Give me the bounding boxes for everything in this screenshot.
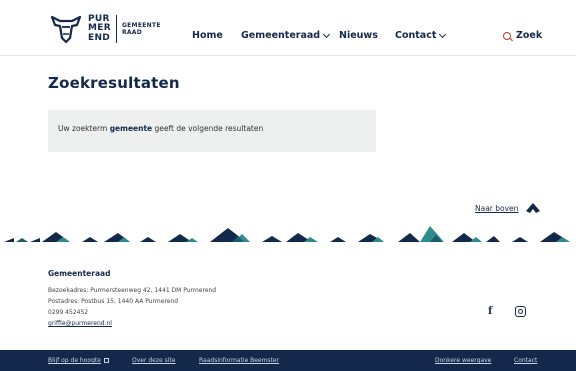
site-header: PUR MER END GEMEENTE RAAD Home Gemeenter… [0,0,576,56]
instagram-icon[interactable] [515,306,526,317]
email-link[interactable]: griffie@purmerend.nl [48,318,216,329]
result-suffix: geeft de volgende resultaten [152,124,264,133]
logo-subtitle: GEMEENTE RAAD [122,22,161,36]
back-to-top-label: Naar boven [475,203,519,213]
visit-address: Bezoekadres: Purmersteenweg 42, 1441 DM … [48,287,217,294]
result-prefix: Uw zoekterm [58,124,110,133]
nav-item-label: Gemeenteraad [241,30,321,41]
nav-item-contact[interactable]: Contact [395,30,447,41]
postal-address: Postadres: Postbus 15, 1440 AA Purmerend [48,298,179,305]
chevron-down-icon [323,30,331,38]
contact-link[interactable]: Contact [514,357,537,364]
back-to-top-link[interactable]: Naar boven [475,203,541,213]
council-info-link[interactable]: Raadsinformatie Beemster [199,357,279,364]
nav-item-nieuws[interactable]: Nieuws [339,30,378,41]
search-button[interactable]: Zoek [503,30,542,41]
footer-title: Gemeenteraad [48,269,111,278]
logo-divider [115,15,117,43]
nav-item-label: Nieuws [339,30,378,41]
nav-item-gemeenteraad[interactable]: Gemeenteraad [241,30,331,41]
dark-mode-link[interactable]: Donkere weergave [435,357,491,364]
logo-wordmark: PUR MER END [88,14,111,44]
logo-word-3: END [88,32,111,43]
external-link-icon [103,358,109,363]
logo-subtitle-line-2: RAAD [121,29,143,36]
search-icon [503,31,511,40]
purmerend-logo[interactable]: PUR MER END GEMEENTE RAAD [50,12,161,46]
cow-head-logo-icon [50,15,82,44]
stay-informed-label: Blijf op de hoogte [48,357,101,364]
footer-bottom-bar: Blijf op de hoogte Over deze site Raadsi… [0,350,576,371]
about-site-link[interactable]: Over deze site [132,357,175,364]
arrow-up-icon [526,203,541,213]
chevron-down-icon [439,30,447,38]
facebook-icon[interactable]: f [488,306,492,317]
decorative-triangle-band [4,226,570,242]
phone-number[interactable]: 0299 452452 [48,307,216,318]
footer-contact-info: Bezoekadres: Purmersteenweg 42, 1441 DM … [48,285,216,329]
search-result-summary: Uw zoekterm gemeente geeft de volgende r… [48,110,376,152]
nav-item-label: Home [192,30,223,41]
search-term: gemeente [109,124,153,133]
stay-informed-link[interactable]: Blijf op de hoogte [48,357,109,364]
logo-subtitle-line-1: GEMEENTE [121,22,161,29]
page-title: Zoekresultaten [48,74,180,92]
search-label: Zoek [516,30,543,41]
nav-item-home[interactable]: Home [192,30,223,41]
nav-item-label: Contact [395,30,437,41]
